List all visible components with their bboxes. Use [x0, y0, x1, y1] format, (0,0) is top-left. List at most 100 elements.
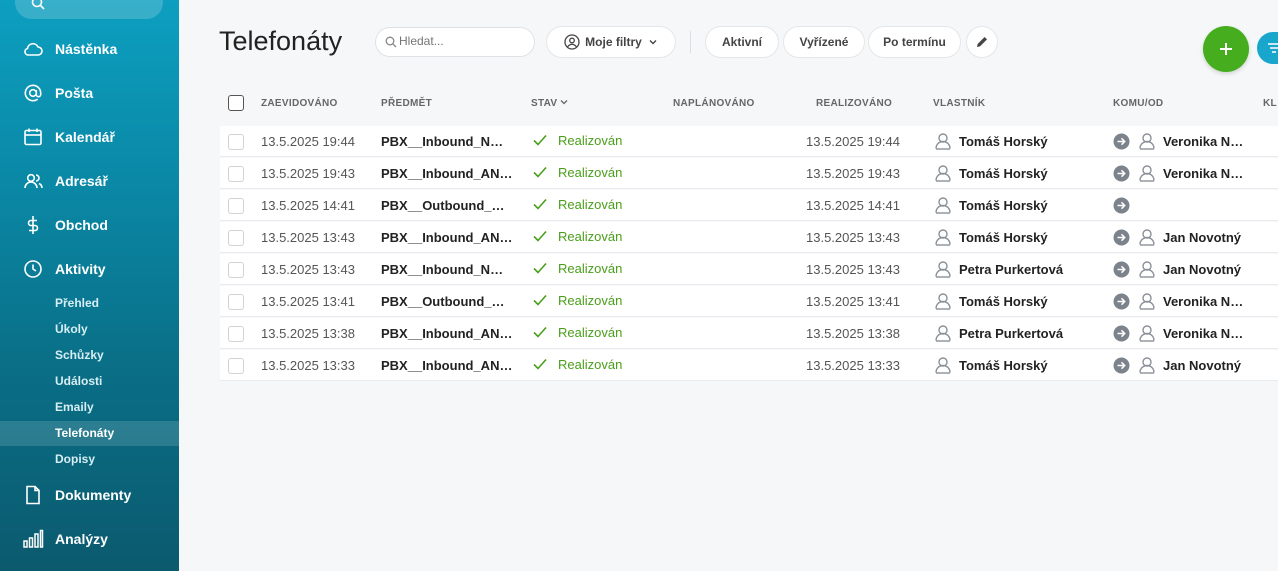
table-header: ZAEVIDOVÁNO PŘEDMĚT STAV NAPLÁNOVÁNO REA…: [220, 88, 1278, 120]
realized-date: 13.5.2025 13:43: [806, 262, 900, 277]
add-call-button[interactable]: [1203, 26, 1249, 72]
sidebar-subitem-telefonaty[interactable]: Telefonáty: [0, 421, 179, 446]
state-label: Realizován: [558, 260, 623, 276]
column-subject[interactable]: PŘEDMĚT: [381, 98, 432, 109]
recipient-cell[interactable]: Jan Novotný: [1137, 259, 1247, 279]
recipient-cell[interactable]: Veronika No...: [1137, 163, 1247, 183]
recipient-cell[interactable]: Veronika No...: [1137, 291, 1247, 311]
row-checkbox[interactable]: [228, 230, 244, 246]
owner-name: Petra Purkertová: [959, 325, 1064, 341]
subject-link[interactable]: PBX__Inbound_NO A...: [381, 262, 513, 277]
subject-link[interactable]: PBX__Inbound_ANS...: [381, 358, 513, 373]
subject-link[interactable]: PBX__Inbound_ANS...: [381, 230, 513, 245]
column-state-label: STAV: [531, 98, 558, 109]
row-checkbox[interactable]: [228, 134, 244, 150]
row-checkbox[interactable]: [228, 326, 244, 342]
sidebar-subitem-udalosti[interactable]: Události: [0, 369, 179, 394]
owner-cell[interactable]: Tomáš Horský: [933, 163, 1048, 183]
state-label: Realizován: [558, 356, 623, 372]
owner-cell[interactable]: Tomáš Horský: [933, 291, 1048, 311]
filter-active-button[interactable]: Aktivní: [705, 26, 779, 58]
filter-lines-icon: [1268, 43, 1278, 53]
row-checkbox[interactable]: [228, 198, 244, 214]
column-created[interactable]: ZAEVIDOVÁNO: [261, 98, 338, 109]
row-checkbox[interactable]: [228, 262, 244, 278]
table-row[interactable]: 13.5.2025 13:41 PBX__Outbound_AN... Real…: [220, 286, 1278, 317]
table-row[interactable]: 13.5.2025 13:33 PBX__Inbound_ANS... Real…: [220, 350, 1278, 381]
direction-arrow-icon: [1113, 293, 1130, 313]
table-row[interactable]: 13.5.2025 19:44 PBX__Inbound_NO A... Rea…: [220, 126, 1278, 157]
table-row[interactable]: 13.5.2025 13:43 PBX__Inbound_NO A... Rea…: [220, 254, 1278, 285]
sidebar-subitem-dopisy[interactable]: Dopisy: [0, 447, 179, 472]
sidebar-subitem-schuzky[interactable]: Schůzky: [0, 343, 179, 368]
owner-cell[interactable]: Petra Purkertová: [933, 323, 1063, 343]
sidebar-item-adresar[interactable]: Adresář: [0, 166, 179, 196]
select-all-checkbox[interactable]: [228, 95, 244, 111]
recipient-cell[interactable]: Veronika No...: [1137, 131, 1247, 151]
created-date: 13.5.2025 13:43: [261, 262, 355, 277]
sidebar-item-aktivity[interactable]: Aktivity: [0, 254, 179, 284]
search-input[interactable]: [399, 34, 529, 48]
column-planned[interactable]: NAPLÁNOVÁNO: [673, 98, 755, 109]
search-box[interactable]: [375, 27, 535, 57]
column-owner[interactable]: VLASTNÍK: [933, 98, 985, 109]
sidebar-item-label: Dokumenty: [55, 487, 132, 503]
direction-arrow-icon: [1113, 133, 1130, 153]
sidebar-item-posta[interactable]: Pošta: [0, 78, 179, 108]
owner-cell[interactable]: Tomáš Horský: [933, 355, 1048, 375]
state-cell: Realizován: [532, 292, 622, 308]
owner-cell[interactable]: Petra Purkertová: [933, 259, 1063, 279]
state-label: Realizován: [558, 196, 623, 212]
owner-cell[interactable]: Tomáš Horský: [933, 131, 1048, 151]
chevron-down-icon: [649, 40, 657, 45]
table-row[interactable]: 13.5.2025 19:43 PBX__Inbound_ANS... Real…: [220, 158, 1278, 189]
sidebar-item-obchod[interactable]: Obchod: [0, 210, 179, 240]
row-checkbox[interactable]: [228, 294, 244, 310]
realized-date: 13.5.2025 19:44: [806, 134, 900, 149]
column-extra[interactable]: KL: [1263, 98, 1277, 109]
column-state[interactable]: STAV: [531, 98, 568, 109]
recipient-cell[interactable]: Jan Novotný: [1137, 227, 1247, 247]
table-row[interactable]: 13.5.2025 13:43 PBX__Inbound_ANS... Real…: [220, 222, 1278, 253]
recipient-name: Jan Novotný: [1163, 229, 1242, 245]
sidebar-item-nastenka[interactable]: Nástěnka: [0, 34, 179, 64]
list-filter-button[interactable]: [1257, 32, 1278, 64]
state-cell: Realizován: [532, 260, 622, 276]
sidebar-subitem-label: Emaily: [55, 400, 94, 414]
clock-icon: [22, 258, 44, 280]
owner-name: Tomáš Horský: [959, 197, 1048, 213]
sidebar-subitem-prehled[interactable]: Přehled: [0, 291, 179, 316]
sidebar-search[interactable]: [15, 0, 163, 19]
column-to-from[interactable]: KOMU/OD: [1113, 98, 1163, 109]
sidebar-subitem-emaily[interactable]: Emaily: [0, 395, 179, 420]
subject-link[interactable]: PBX__Inbound_ANS...: [381, 166, 513, 181]
realized-date: 13.5.2025 13:41: [806, 294, 900, 309]
my-filters-button[interactable]: Moje filtry: [546, 26, 676, 58]
filter-overdue-button[interactable]: Po termínu: [868, 26, 961, 58]
created-date: 13.5.2025 19:44: [261, 134, 355, 149]
sidebar-item-kalendar[interactable]: Kalendář: [0, 122, 179, 152]
user-icon: [935, 261, 951, 278]
owner-cell[interactable]: Tomáš Horský: [933, 195, 1048, 215]
sidebar-subitem-ukoly[interactable]: Úkoly: [0, 317, 179, 342]
subject-link[interactable]: PBX__Outbound_AN...: [381, 198, 513, 213]
recipient-cell[interactable]: Veronika No...: [1137, 323, 1247, 343]
row-checkbox[interactable]: [228, 358, 244, 374]
subject-link[interactable]: PBX__Outbound_AN...: [381, 294, 513, 309]
table-row[interactable]: 13.5.2025 13:38 PBX__Inbound_ANS... Real…: [220, 318, 1278, 349]
column-realized[interactable]: REALIZOVÁNO: [816, 98, 892, 109]
filter-done-button[interactable]: Vyřízené: [783, 26, 865, 58]
subject-link[interactable]: PBX__Inbound_ANS...: [381, 326, 513, 341]
created-date: 13.5.2025 13:43: [261, 230, 355, 245]
sidebar-item-analyzy[interactable]: Analýzy: [0, 524, 179, 554]
sidebar-item-dokumenty[interactable]: Dokumenty: [0, 480, 179, 510]
state-label: Realizován: [558, 132, 623, 148]
subject-link[interactable]: PBX__Inbound_NO A...: [381, 134, 513, 149]
table-row[interactable]: 13.5.2025 14:41 PBX__Outbound_AN... Real…: [220, 190, 1278, 221]
sidebar-item-label: Nástěnka: [55, 41, 118, 57]
row-checkbox[interactable]: [228, 166, 244, 182]
recipient-cell[interactable]: Jan Novotný: [1137, 355, 1247, 375]
owner-cell[interactable]: Tomáš Horský: [933, 227, 1048, 247]
state-cell: Realizován: [532, 132, 622, 148]
edit-filters-button[interactable]: [966, 26, 998, 58]
